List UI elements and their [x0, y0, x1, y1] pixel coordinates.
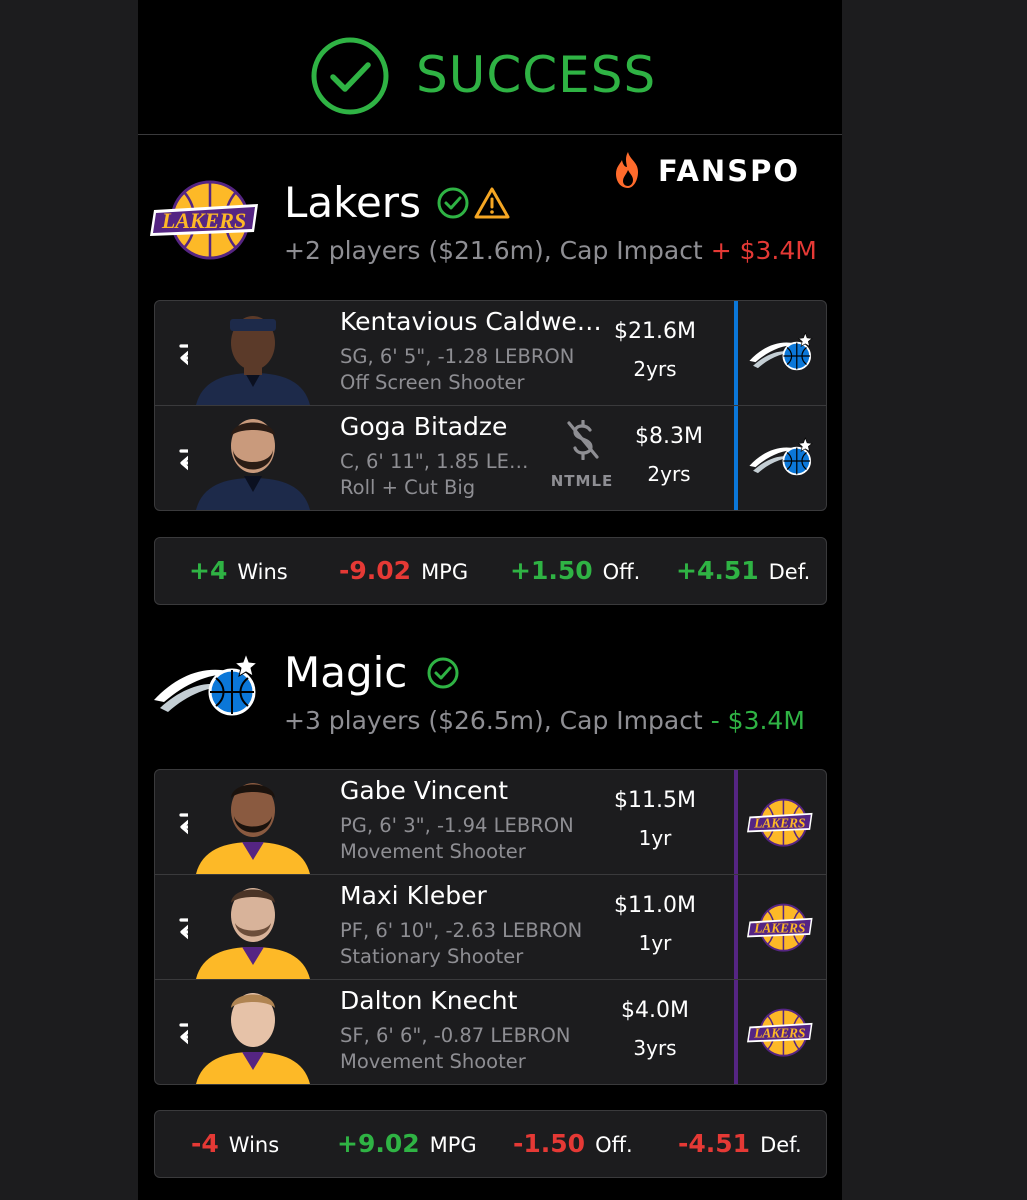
offense-stat: -1.50 Off.: [513, 1129, 633, 1158]
team-name: Magic: [284, 648, 408, 697]
team-summary: +3 players ($26.5m), Cap Impact - $3.4M: [284, 706, 805, 735]
stat-label: Def.: [760, 1133, 802, 1157]
player-salary: $4.0M: [621, 998, 689, 1023]
check-circle-icon: [437, 187, 469, 219]
defense-stat: -4.51 Def.: [678, 1129, 802, 1158]
player-name: Maxi Kleber: [340, 881, 487, 910]
player-row[interactable]: Kentavious Caldwe… SG, 6' 5", -1.28 LEBR…: [155, 301, 826, 406]
stat-label: Wins: [237, 560, 288, 584]
trade-summary: +3 players ($26.5m), Cap Impact: [284, 706, 703, 735]
cap-impact: + $3.4M: [710, 236, 817, 265]
contract-years: 2yrs: [647, 462, 691, 486]
check-circle-icon: [427, 657, 459, 689]
player-role: Off Screen Shooter: [340, 371, 525, 394]
defense-stat: +4.51 Def.: [676, 556, 810, 585]
trade-result-panel: SUCCESS FANSPO Lakers +2 players ($21.6m…: [138, 0, 842, 1200]
magic-logo: [747, 323, 815, 383]
player-salary: $21.6M: [614, 319, 696, 344]
player-photo: [188, 875, 318, 979]
no-money-icon: [567, 420, 599, 460]
exception-label: NTMLE: [550, 472, 614, 490]
player-meta: PG, 6' 3", -1.94 LEBRON: [340, 814, 574, 837]
origin-team-stripe: [734, 406, 738, 510]
mpg-stat: +9.02 MPG: [337, 1129, 477, 1158]
player-photo: [188, 301, 318, 405]
stat-label: MPG: [429, 1133, 477, 1157]
player-name: Kentavious Caldwe…: [340, 307, 602, 336]
player-role: Movement Shooter: [340, 840, 526, 863]
player-salary: $11.0M: [614, 893, 696, 918]
player-row[interactable]: Maxi Kleber PF, 6' 10", -2.63 LEBRON Sta…: [155, 875, 826, 980]
stat-value: +4.51: [676, 556, 759, 585]
player-photo: [188, 980, 318, 1084]
stat-value: -9.02: [339, 556, 412, 585]
origin-team-stripe: [734, 770, 738, 874]
stat-label: MPG: [421, 560, 469, 584]
exception-tag: NTMLE: [547, 420, 617, 500]
origin-team-stripe: [734, 980, 738, 1084]
player-meta: PF, 6' 10", -2.63 LEBRON: [340, 919, 583, 942]
stat-value: +1.50: [510, 556, 593, 585]
impact-stats-magic: -4 Wins +9.02 MPG -1.50 Off. -4.51 Def.: [154, 1110, 827, 1178]
player-name: Goga Bitadze: [340, 412, 508, 441]
player-role: Roll + Cut Big: [340, 476, 476, 499]
lakers-logo: [150, 174, 262, 264]
contract-years: 1yr: [638, 826, 672, 850]
player-name: Dalton Knecht: [340, 986, 518, 1015]
stat-value: +9.02: [337, 1129, 420, 1158]
team-name: Lakers: [284, 178, 421, 227]
warning-icon: [474, 187, 510, 219]
team-summary: +2 players ($21.6m), Cap Impact + $3.4M: [284, 236, 817, 265]
team-header-magic: Magic +3 players ($26.5m), Cap Impact - …: [138, 638, 842, 738]
lakers-logo: [747, 792, 815, 852]
success-label: SUCCESS: [416, 46, 657, 104]
lakers-logo: [747, 897, 815, 957]
wins-stat: -4 Wins: [191, 1129, 279, 1158]
stat-label: Wins: [228, 1133, 280, 1157]
contract-years: 3yrs: [633, 1036, 677, 1060]
player-salary: $8.3M: [635, 424, 703, 449]
magic-logo: [747, 428, 815, 488]
origin-team-stripe: [734, 875, 738, 979]
player-row[interactable]: Gabe Vincent PG, 6' 3", -1.94 LEBRON Mov…: [155, 770, 826, 875]
player-row[interactable]: Dalton Knecht SF, 6' 6", -0.87 LEBRON Mo…: [155, 980, 826, 1084]
stat-label: Off.: [602, 560, 641, 584]
player-role: Stationary Shooter: [340, 945, 524, 968]
player-name: Gabe Vincent: [340, 776, 509, 805]
stat-value: -1.50: [513, 1129, 586, 1158]
magic-logo: [150, 642, 262, 732]
player-photo: [188, 770, 318, 874]
trade-summary: +2 players ($21.6m), Cap Impact: [284, 236, 703, 265]
check-circle-icon: [311, 37, 389, 115]
team-header-lakers: Lakers +2 players ($21.6m), Cap Impact +…: [138, 168, 842, 268]
stat-value: -4.51: [678, 1129, 751, 1158]
player-salary: $11.5M: [614, 788, 696, 813]
mpg-stat: -9.02 MPG: [339, 556, 468, 585]
player-photo: [188, 406, 318, 510]
incoming-players-card: Kentavious Caldwe… SG, 6' 5", -1.28 LEBR…: [154, 300, 827, 511]
incoming-players-card: Gabe Vincent PG, 6' 3", -1.94 LEBRON Mov…: [154, 769, 827, 1085]
stat-value: -4: [191, 1129, 219, 1158]
impact-stats-lakers: +4 Wins -9.02 MPG +1.50 Off. +4.51 Def.: [154, 537, 827, 605]
wins-stat: +4 Wins: [189, 556, 288, 585]
player-role: Movement Shooter: [340, 1050, 526, 1073]
player-meta: C, 6' 11", 1.85 LE…: [340, 450, 529, 473]
player-row[interactable]: Goga Bitadze C, 6' 11", 1.85 LE… Roll + …: [155, 406, 826, 510]
stat-value: +4: [189, 556, 228, 585]
stat-label: Def.: [768, 560, 811, 584]
origin-team-stripe: [734, 301, 738, 405]
contract-years: 1yr: [638, 931, 672, 955]
player-meta: SF, 6' 6", -0.87 LEBRON: [340, 1024, 571, 1047]
lakers-logo: [747, 1002, 815, 1062]
stat-label: Off.: [595, 1133, 633, 1157]
offense-stat: +1.50 Off.: [510, 556, 640, 585]
player-meta: SG, 6' 5", -1.28 LEBRON: [340, 345, 575, 368]
cap-impact: - $3.4M: [710, 706, 805, 735]
contract-years: 2yrs: [633, 357, 677, 381]
success-banner: SUCCESS: [138, 0, 842, 135]
